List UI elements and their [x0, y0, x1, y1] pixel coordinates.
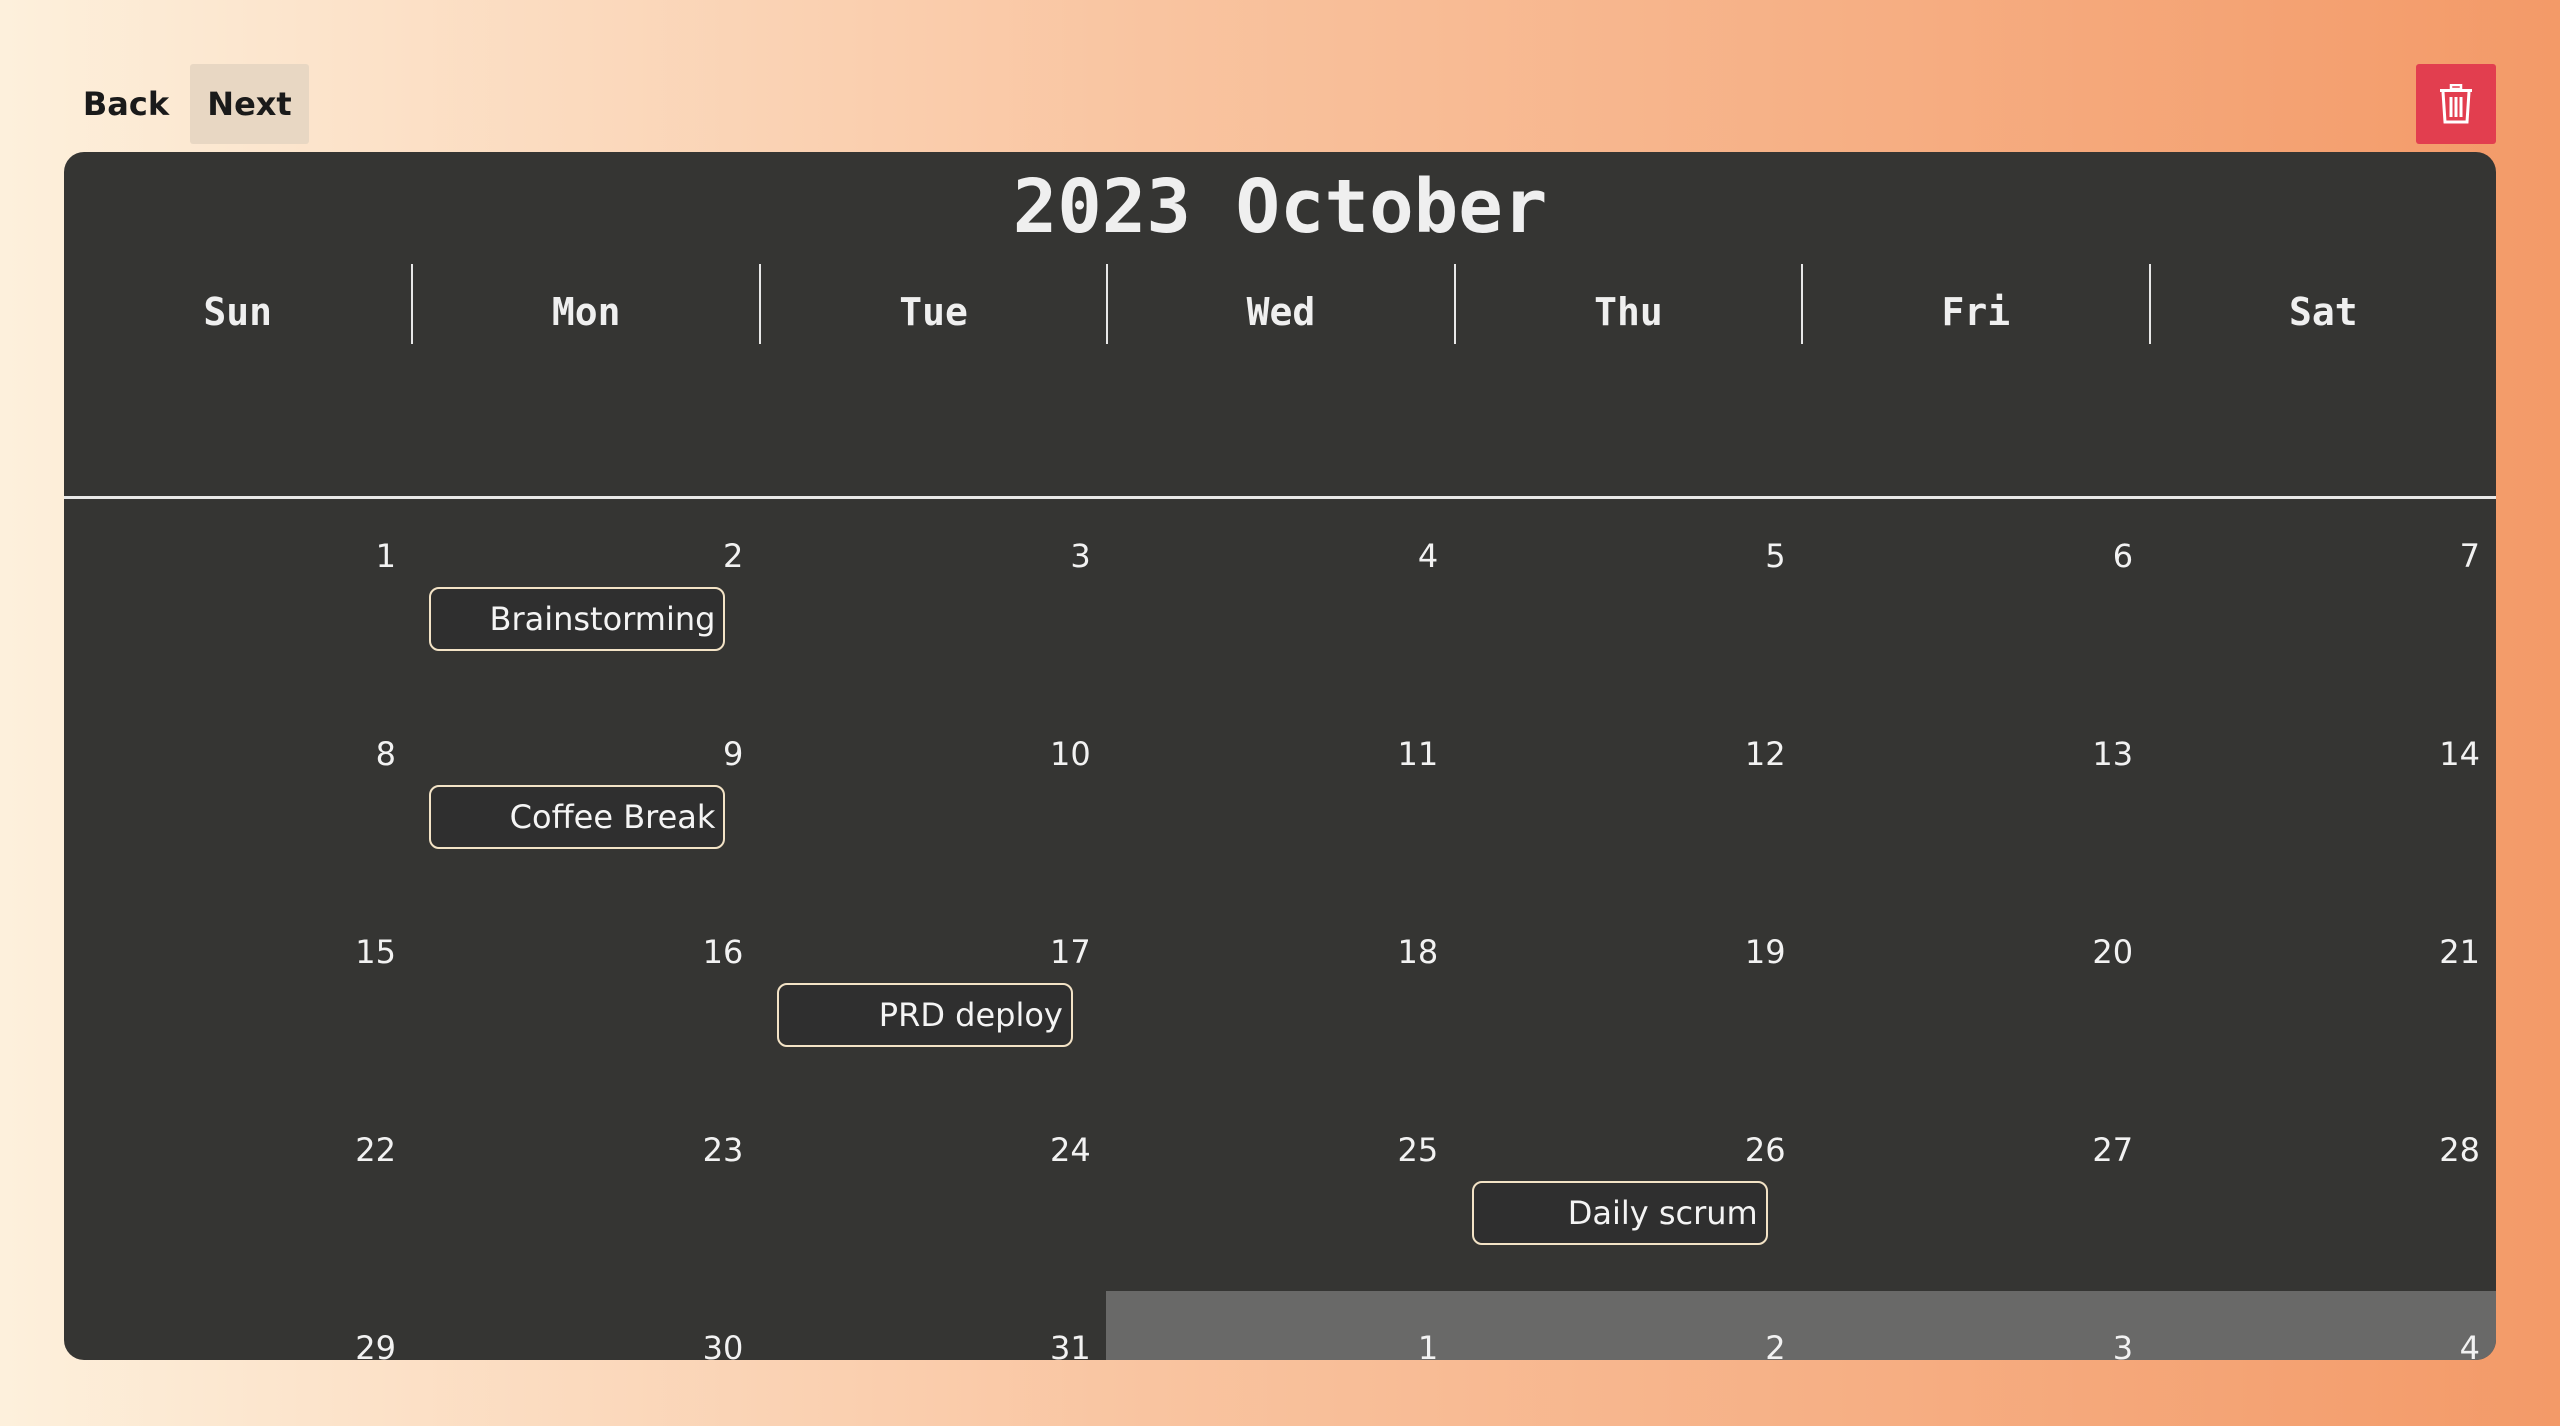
- day-number: 9: [722, 735, 744, 773]
- day-number: 2: [1765, 1329, 1786, 1360]
- weekday-header-thu: Thu: [1453, 264, 1801, 344]
- trash-icon: [2440, 84, 2472, 124]
- event-chip[interactable]: Coffee Break: [429, 785, 726, 849]
- day-cell[interactable]: 5: [1454, 499, 1802, 697]
- day-number: 19: [1744, 933, 1786, 971]
- day-cell[interactable]: 30: [411, 1291, 759, 1360]
- event-chip[interactable]: PRD deploy: [776, 983, 1073, 1047]
- day-number: 14: [2439, 735, 2480, 773]
- day-cell[interactable]: 4: [1106, 499, 1454, 697]
- day-number: 27: [2092, 1131, 2134, 1169]
- day-number: 5: [1765, 537, 1786, 575]
- day-number: 16: [702, 933, 744, 971]
- weekday-header-sun: Sun: [64, 264, 411, 344]
- weekday-header-fri: Fri: [1801, 264, 2148, 344]
- day-number: 1: [375, 537, 396, 575]
- day-cell[interactable]: 16: [411, 895, 759, 1093]
- weekday-header-wed: Wed: [1106, 264, 1453, 344]
- day-cell[interactable]: 28: [2149, 1093, 2496, 1291]
- day-number: 8: [375, 735, 396, 773]
- weekday-label: Fri: [1941, 290, 2011, 334]
- back-button[interactable]: Back: [64, 64, 188, 144]
- day-number: 11: [1397, 735, 1439, 773]
- day-cell[interactable]: 7: [2149, 499, 2496, 697]
- day-cell[interactable]: 9 Coffee Break: [411, 697, 759, 895]
- day-cell[interactable]: 11: [1106, 697, 1454, 895]
- day-cell[interactable]: 1: [64, 499, 412, 697]
- event-chip[interactable]: Daily scrum: [1471, 1181, 1768, 1245]
- day-number: 3: [1070, 537, 1091, 575]
- day-number: 1: [1417, 1329, 1439, 1360]
- day-cell[interactable]: 27: [1801, 1093, 2149, 1291]
- day-cell[interactable]: 23: [411, 1093, 759, 1291]
- day-number: 30: [702, 1329, 744, 1360]
- event-chip[interactable]: Brainstorming: [429, 587, 726, 651]
- weekday-label: Tue: [899, 290, 968, 334]
- day-number: 29: [355, 1329, 396, 1360]
- day-number: 4: [2459, 1329, 2480, 1360]
- day-cell[interactable]: 26 Daily scrum: [1454, 1093, 1802, 1291]
- day-number: 3: [2112, 1329, 2134, 1360]
- day-cell[interactable]: 2 Brainstorming: [411, 499, 759, 697]
- delete-button[interactable]: [2416, 64, 2496, 144]
- day-number: 21: [2439, 933, 2480, 971]
- day-number: 18: [1397, 933, 1439, 971]
- day-cell[interactable]: 14: [2149, 697, 2496, 895]
- weekday-label: Mon: [551, 290, 621, 334]
- weekday-label: Sun: [203, 290, 273, 334]
- day-number: 4: [1417, 537, 1439, 575]
- day-number: 17: [1050, 933, 1091, 971]
- day-number: 22: [355, 1131, 396, 1169]
- day-cell[interactable]: 22: [64, 1093, 412, 1291]
- day-number: 25: [1397, 1131, 1439, 1169]
- day-cell[interactable]: 24: [759, 1093, 1107, 1291]
- day-number: 7: [2459, 537, 2480, 575]
- day-number: 23: [702, 1131, 744, 1169]
- day-cell[interactable]: 17 PRD deploy: [759, 895, 1107, 1093]
- day-cell-next-month[interactable]: 4: [2148, 1291, 2496, 1360]
- day-cell[interactable]: 25: [1106, 1093, 1454, 1291]
- day-cell[interactable]: 8: [64, 697, 412, 895]
- day-cell-next-month[interactable]: 3: [1801, 1291, 2150, 1360]
- day-cell[interactable]: 20: [1801, 895, 2149, 1093]
- day-cell-next-month[interactable]: 1: [1106, 1291, 1455, 1360]
- weekday-label: Wed: [1246, 290, 1316, 334]
- day-cell[interactable]: 12: [1454, 697, 1802, 895]
- weekday-header-tue: Tue: [758, 264, 1106, 344]
- day-cell[interactable]: 13: [1801, 697, 2149, 895]
- calendar-title: 2023 October: [1012, 164, 1548, 250]
- day-cell[interactable]: 3: [759, 499, 1107, 697]
- calendar: 2023 October 1 2 Brainstorming 3 4 5 6 7 8 9 Coffe…: [64, 152, 2496, 1360]
- day-number: 6: [2112, 537, 2134, 575]
- day-number: 24: [1050, 1131, 1091, 1169]
- day-cell[interactable]: 10: [759, 697, 1107, 895]
- day-number: 2: [722, 537, 744, 575]
- day-cell[interactable]: 29: [64, 1291, 412, 1360]
- day-number: 31: [1050, 1329, 1091, 1360]
- day-number: 10: [1050, 735, 1091, 773]
- next-button[interactable]: Next: [190, 64, 309, 144]
- day-number: 15: [355, 933, 396, 971]
- day-number: 26: [1744, 1131, 1786, 1169]
- day-cell[interactable]: 18: [1106, 895, 1454, 1093]
- day-cell[interactable]: 6: [1801, 499, 2149, 697]
- day-cell-next-month[interactable]: 2: [1453, 1291, 1802, 1360]
- weekday-label: Sat: [2288, 290, 2358, 334]
- day-number: 12: [1744, 735, 1786, 773]
- day-number: 28: [2439, 1131, 2480, 1169]
- day-cell[interactable]: 21: [2149, 895, 2496, 1093]
- weekday-header-mon: Mon: [411, 264, 758, 344]
- day-cell[interactable]: 19: [1454, 895, 1802, 1093]
- weekday-label: Thu: [1594, 290, 1663, 334]
- day-cell[interactable]: 15: [64, 895, 412, 1093]
- day-number: 20: [2092, 933, 2134, 971]
- day-cell[interactable]: 31: [759, 1291, 1107, 1360]
- weekday-header-sat: Sat: [2148, 264, 2496, 344]
- day-number: 13: [2092, 735, 2134, 773]
